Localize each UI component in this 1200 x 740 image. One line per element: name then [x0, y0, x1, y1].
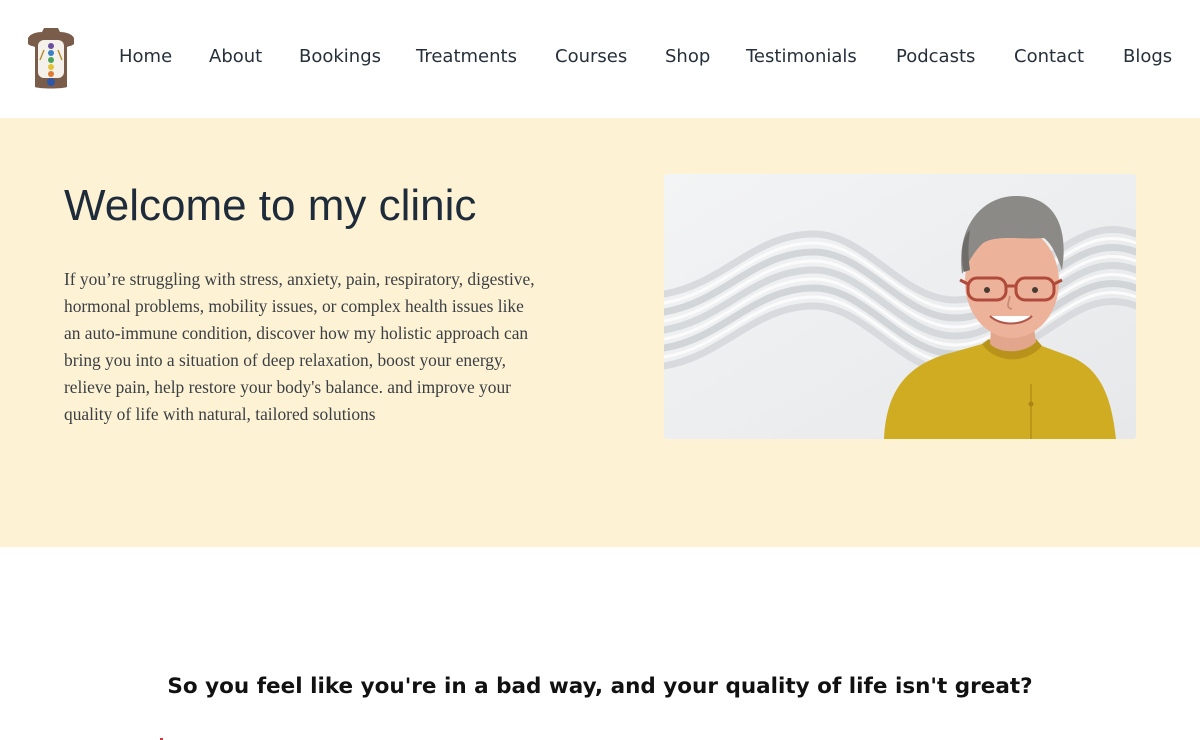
nav-shop[interactable]: Shop [665, 46, 710, 67]
section-subheading: So you feel like you're in a bad way, an… [167, 674, 1033, 699]
main-nav: Home About Bookings Treatments Courses S… [0, 46, 1200, 72]
nav-home[interactable]: Home [119, 46, 172, 67]
page-title: Welcome to my clinic [64, 181, 477, 230]
nav-about[interactable]: About [209, 46, 262, 67]
nav-blogs[interactable]: Blogs [1123, 46, 1172, 67]
practitioner-photo [664, 174, 1136, 439]
hero-description: If you’re struggling with stress, anxiet… [64, 269, 535, 424]
nav-courses[interactable]: Courses [555, 46, 627, 67]
site-header: Home About Bookings Treatments Courses S… [0, 0, 1200, 118]
nav-contact[interactable]: Contact [1014, 46, 1084, 67]
nav-bookings[interactable]: Bookings [299, 46, 381, 67]
nav-testimonials[interactable]: Testimonials [746, 46, 857, 67]
hero-section: Welcome to my clinic If you’re strugglin… [0, 118, 1200, 547]
nav-treatments[interactable]: Treatments [416, 46, 517, 67]
nav-podcasts[interactable]: Podcasts [896, 46, 975, 67]
